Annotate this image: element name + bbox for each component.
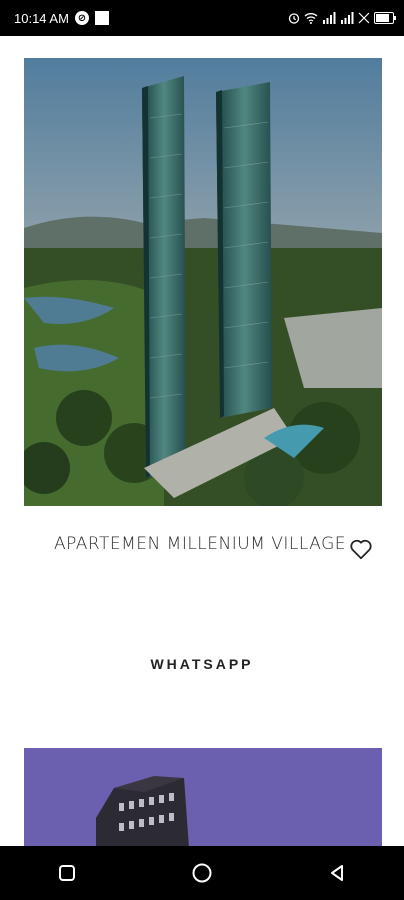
listing-title[interactable]: APARTEMEN MILLENIUM VILLAGE bbox=[54, 534, 346, 554]
recents-icon bbox=[59, 865, 76, 881]
listing-title-row: APARTEMEN MILLENIUM VILLAGE bbox=[24, 530, 382, 570]
dnd-icon: ⊘ bbox=[74, 11, 89, 25]
signal-2-icon bbox=[341, 12, 354, 24]
home-button[interactable] bbox=[184, 855, 220, 891]
signal-icon bbox=[323, 12, 336, 24]
data-transfer-icon bbox=[358, 12, 370, 24]
status-right bbox=[288, 12, 396, 24]
status-left: 10:14 AM ⊘ bbox=[14, 11, 109, 26]
back-button[interactable] bbox=[319, 855, 355, 891]
clock: 10:14 AM bbox=[14, 10, 69, 26]
tower-photo bbox=[24, 58, 382, 506]
whatsapp-button[interactable]: WHATSAPP bbox=[0, 656, 404, 672]
next-listing-image[interactable] bbox=[24, 748, 382, 848]
status-bar: 10:14 AM ⊘ bbox=[0, 0, 404, 36]
listing-image[interactable] bbox=[24, 58, 382, 506]
back-icon bbox=[330, 865, 343, 881]
building-photo bbox=[24, 748, 382, 848]
battery-icon bbox=[374, 12, 396, 24]
system-nav-bar bbox=[0, 846, 404, 900]
heart-outline-icon[interactable] bbox=[348, 536, 374, 562]
alarm-icon bbox=[288, 13, 300, 24]
wifi-icon bbox=[304, 13, 318, 24]
notification-icon bbox=[94, 11, 109, 25]
recents-button[interactable] bbox=[49, 855, 85, 891]
home-icon bbox=[192, 863, 212, 883]
